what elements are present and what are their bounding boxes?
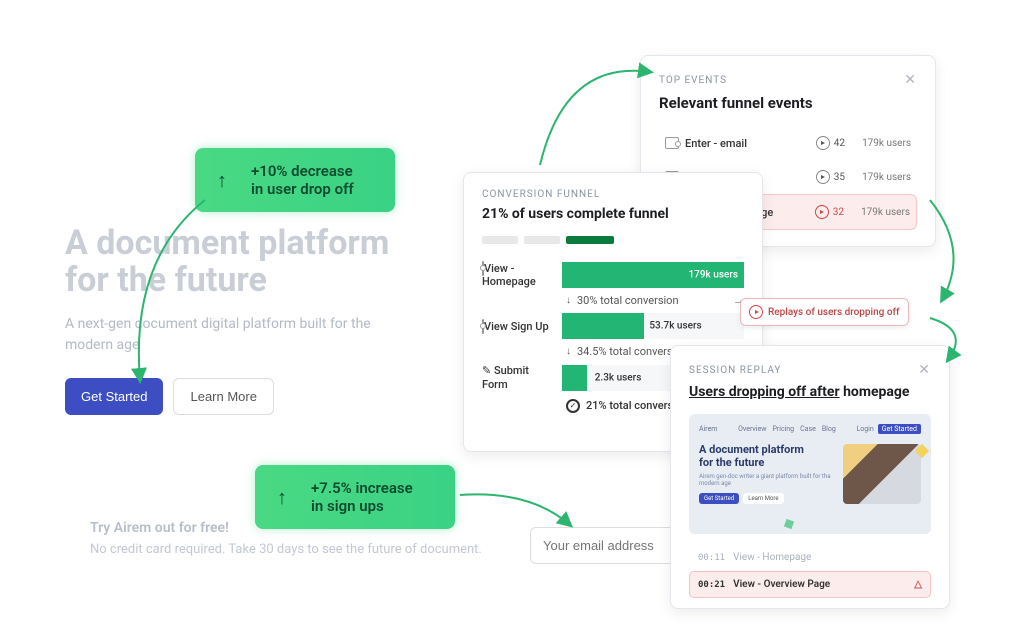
close-icon[interactable]: ✕: [904, 72, 917, 88]
card-label: SESSION REPLAY: [689, 365, 781, 376]
preview-image: [843, 444, 921, 504]
funnel-step: View Sign Up 53.7k users: [482, 313, 744, 339]
play-icon: [815, 205, 829, 219]
try-sub: No credit card required. Take 30 days to…: [90, 542, 482, 557]
timeline-row-alert[interactable]: 00:21 View - Overview Page △: [689, 571, 931, 598]
card-title: 21% of users complete funnel: [482, 206, 744, 222]
play-icon: [749, 305, 763, 319]
card-label: CONVERSION FUNNEL: [482, 189, 744, 200]
headline: A document platform for the future: [65, 225, 485, 300]
subheading: A next-gen document digital platform bui…: [65, 314, 385, 356]
submit-icon: ✎: [482, 364, 491, 377]
timeline-row[interactable]: 00:11 View - Homepage: [689, 544, 931, 571]
play-icon: [816, 170, 830, 184]
event-row[interactable]: Enter - email 42 179k users: [659, 126, 917, 160]
card-label: TOP EVENTS: [659, 75, 727, 86]
event-icon: [665, 137, 679, 149]
arrow-up-icon: ↑: [277, 485, 287, 509]
callout-sign-ups: ↑ +7.5% increase in sign ups: [255, 465, 455, 529]
callout-drop-off: ↑ +10% decrease in user drop off: [195, 148, 395, 212]
session-replay-card: SESSION REPLAY ✕ Users dropping off afte…: [670, 345, 950, 609]
play-icon: [816, 136, 830, 150]
learn-more-button[interactable]: Learn More: [173, 378, 273, 415]
conversion-text: ↓30% total conversion→: [566, 294, 744, 307]
check-icon: ✓: [566, 399, 580, 413]
close-icon[interactable]: ✕: [918, 362, 931, 378]
warning-icon: △: [914, 579, 922, 590]
arrow-up-icon: ↑: [217, 168, 227, 192]
event-icon: [482, 261, 484, 276]
landing-hero: A document platform for the future A nex…: [65, 225, 485, 415]
get-started-button[interactable]: Get Started: [65, 378, 163, 415]
brand: Airem: [699, 425, 717, 433]
replay-chip[interactable]: Replays of users dropping off: [740, 298, 909, 326]
funnel-step: View -Homepage 179k users: [482, 262, 744, 288]
card-title: Users dropping off after homepage: [689, 384, 931, 400]
mini-bars: [482, 236, 744, 244]
replay-preview[interactable]: Airem OverviewPricingCaseBlog LoginGet S…: [689, 414, 931, 534]
card-title: Relevant funnel events: [659, 94, 917, 112]
event-icon: [482, 319, 484, 334]
